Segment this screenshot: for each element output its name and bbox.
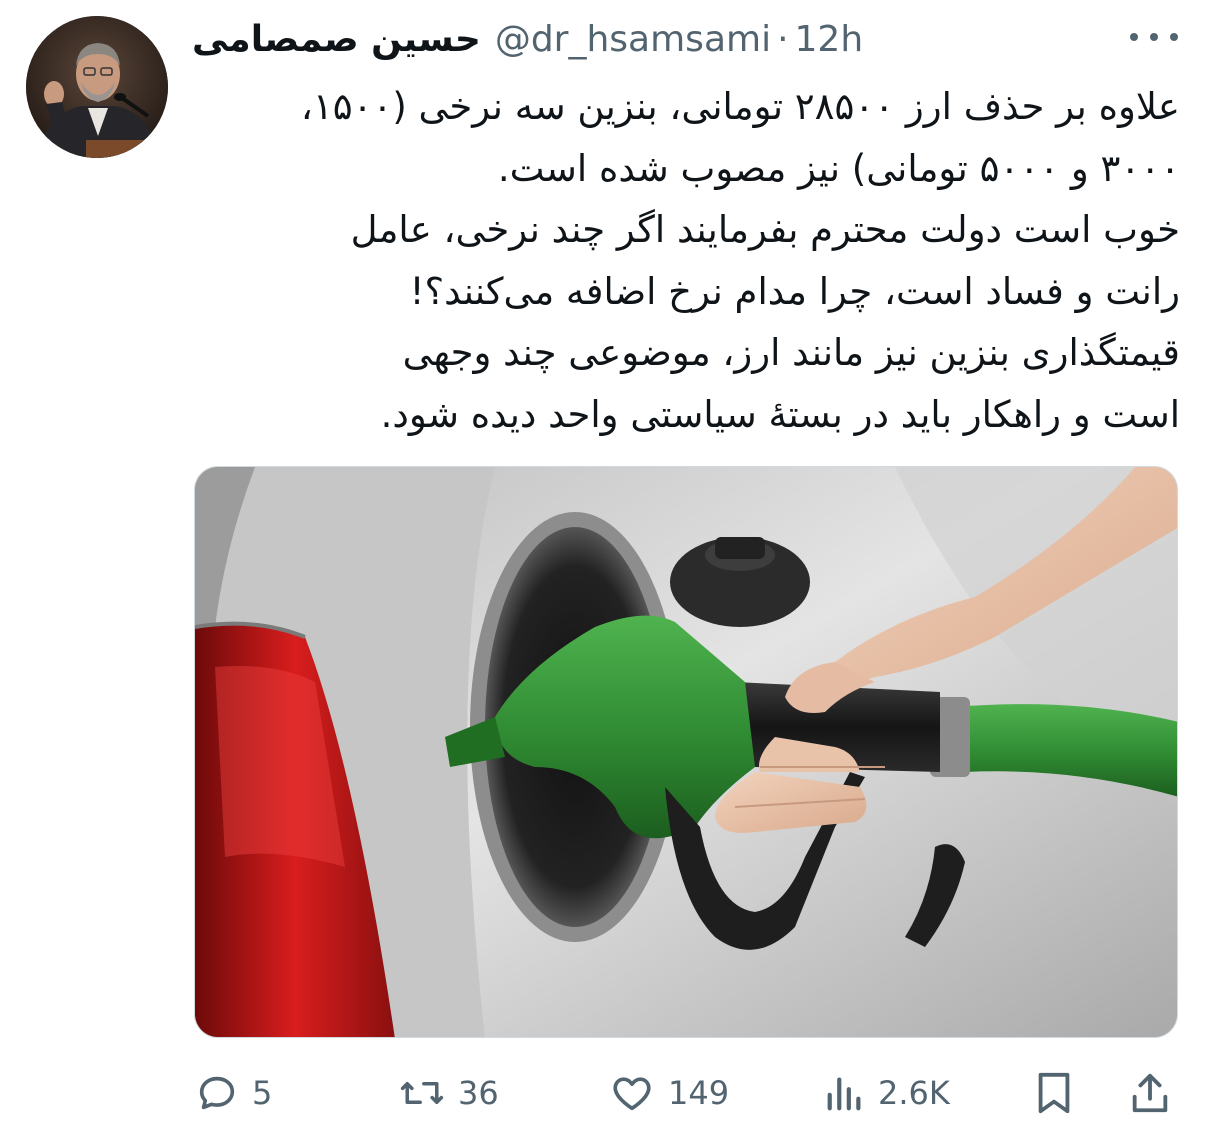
bookmark-icon <box>1038 1072 1070 1114</box>
views-count: 2.6K <box>878 1074 950 1112</box>
like-button[interactable]: 149 <box>608 1058 729 1128</box>
reply-button[interactable]: 5 <box>194 1058 272 1128</box>
reply-count: 5 <box>252 1074 273 1112</box>
views-icon <box>827 1077 861 1111</box>
more-options-icon[interactable] <box>1130 22 1178 52</box>
tweet-text-line: ۳۰۰۰ و ۵۰۰۰ تومانی) نیز مصوب شده است. <box>497 146 1180 190</box>
header-separator: · <box>777 19 789 60</box>
tweet-text-line: قیمتگذاری بنزین نیز مانند ارز، موضوعی چن… <box>402 331 1180 374</box>
reply-icon <box>199 1076 235 1110</box>
author-avatar[interactable] <box>26 16 168 158</box>
share-button[interactable] <box>1128 1058 1172 1128</box>
views-button[interactable]: 2.6K <box>824 1058 950 1128</box>
tweet-actions: 5 36 149 2.6K <box>0 1058 1206 1128</box>
tweet-text-line: علاوه بر حذف ارز ۲۸۵۰۰ تومانی، بنزین سه … <box>300 85 1180 128</box>
tweet: حسین صمصامی @dr_hsamsami · 12h علاوه بر … <box>0 0 1206 1146</box>
tweet-text-line: رانت و فساد است، چرا مدام نرخ اضافه می‌ک… <box>409 269 1180 313</box>
fuel-nozzle-photo <box>195 467 1177 1037</box>
tweet-text-line: خوب است دولت محترم بفرمایند اگر چند نرخی… <box>350 208 1180 251</box>
bookmark-button[interactable] <box>1034 1058 1074 1128</box>
tweet-text: علاوه بر حذف ارز ۲۸۵۰۰ تومانی، بنزین سه … <box>192 76 1180 445</box>
retweet-button[interactable]: 36 <box>398 1058 499 1128</box>
tweet-timestamp[interactable]: 12h <box>795 12 864 68</box>
author-handle[interactable]: @dr_hsamsami <box>495 12 771 68</box>
like-count: 149 <box>668 1074 730 1112</box>
share-icon <box>1132 1073 1168 1113</box>
tweet-header: حسین صمصامی @dr_hsamsami · 12h <box>192 12 863 68</box>
author-name[interactable]: حسین صمصامی <box>192 12 481 68</box>
tweet-text-line: است و راهکار باید در بستهٔ سیاستی واحد د… <box>380 392 1180 436</box>
tweet-media-image[interactable] <box>194 466 1178 1038</box>
heart-icon <box>613 1077 651 1111</box>
retweet-icon <box>400 1082 444 1104</box>
retweet-count: 36 <box>458 1074 499 1112</box>
